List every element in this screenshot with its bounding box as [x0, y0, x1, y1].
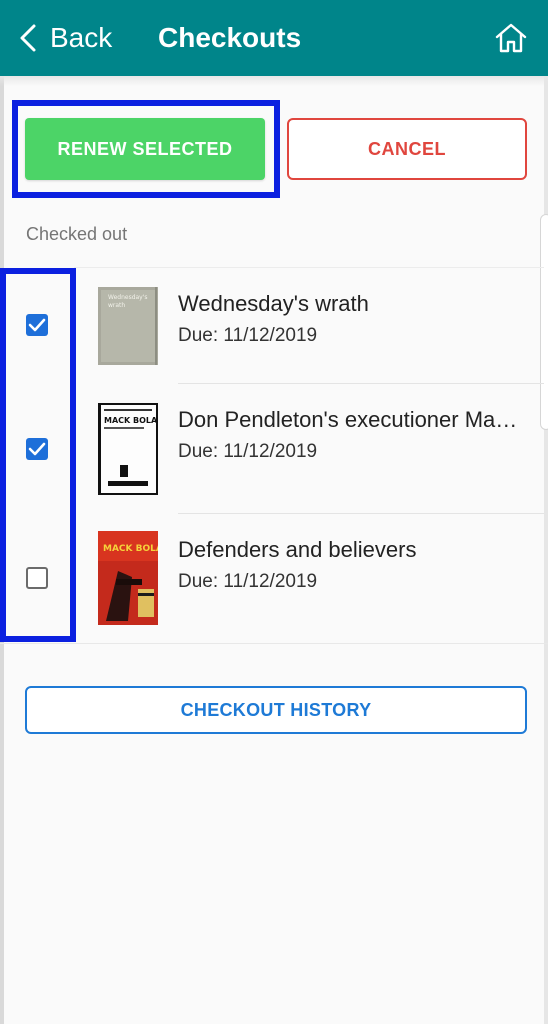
book-cover-3[interactable]: MACK BOLAN — [98, 531, 158, 625]
item-divider — [178, 513, 544, 514]
app-bar-shadow — [0, 76, 548, 86]
chevron-left-icon — [20, 24, 36, 52]
book-due-2: Due: 11/12/2019 — [178, 441, 318, 462]
book-title-3[interactable]: Defenders and believers — [178, 537, 528, 563]
book-title-1[interactable]: Wednesday's wrath — [178, 291, 528, 317]
app-bar: Back Checkouts — [0, 0, 548, 76]
back-button[interactable]: Back — [18, 18, 112, 58]
svg-text:wrath: wrath — [108, 302, 125, 309]
book-cover-2[interactable]: MACK BOLAN — [98, 403, 158, 495]
section-label-checked-out: Checked out — [26, 224, 128, 244]
book-due-3: Due: 11/12/2019 — [178, 571, 318, 592]
page-title: Checkouts — [158, 22, 302, 53]
scroll-indicator[interactable] — [540, 214, 548, 430]
svg-text:MACK BOLAN: MACK BOLAN — [103, 544, 158, 554]
svg-text:Wednesday's: Wednesday's — [108, 294, 148, 301]
back-label: Back — [50, 22, 113, 53]
cancel-button[interactable]: CANCEL — [287, 118, 527, 180]
highlight-box-renew — [12, 100, 280, 198]
book-title-2[interactable]: Don Pendleton's executioner Ma… — [178, 407, 528, 433]
divider — [0, 643, 548, 644]
svg-text:MACK BOLAN: MACK BOLAN — [104, 416, 158, 425]
highlight-box-checkboxes — [0, 268, 76, 642]
book-cover-1[interactable]: Wednesday's wrath — [98, 287, 158, 365]
divider — [74, 267, 544, 268]
item-divider — [178, 383, 544, 384]
book-due-1: Due: 11/12/2019 — [178, 325, 318, 346]
checkout-history-button[interactable]: CHECKOUT HISTORY — [25, 686, 527, 734]
home-icon[interactable] — [494, 22, 528, 54]
